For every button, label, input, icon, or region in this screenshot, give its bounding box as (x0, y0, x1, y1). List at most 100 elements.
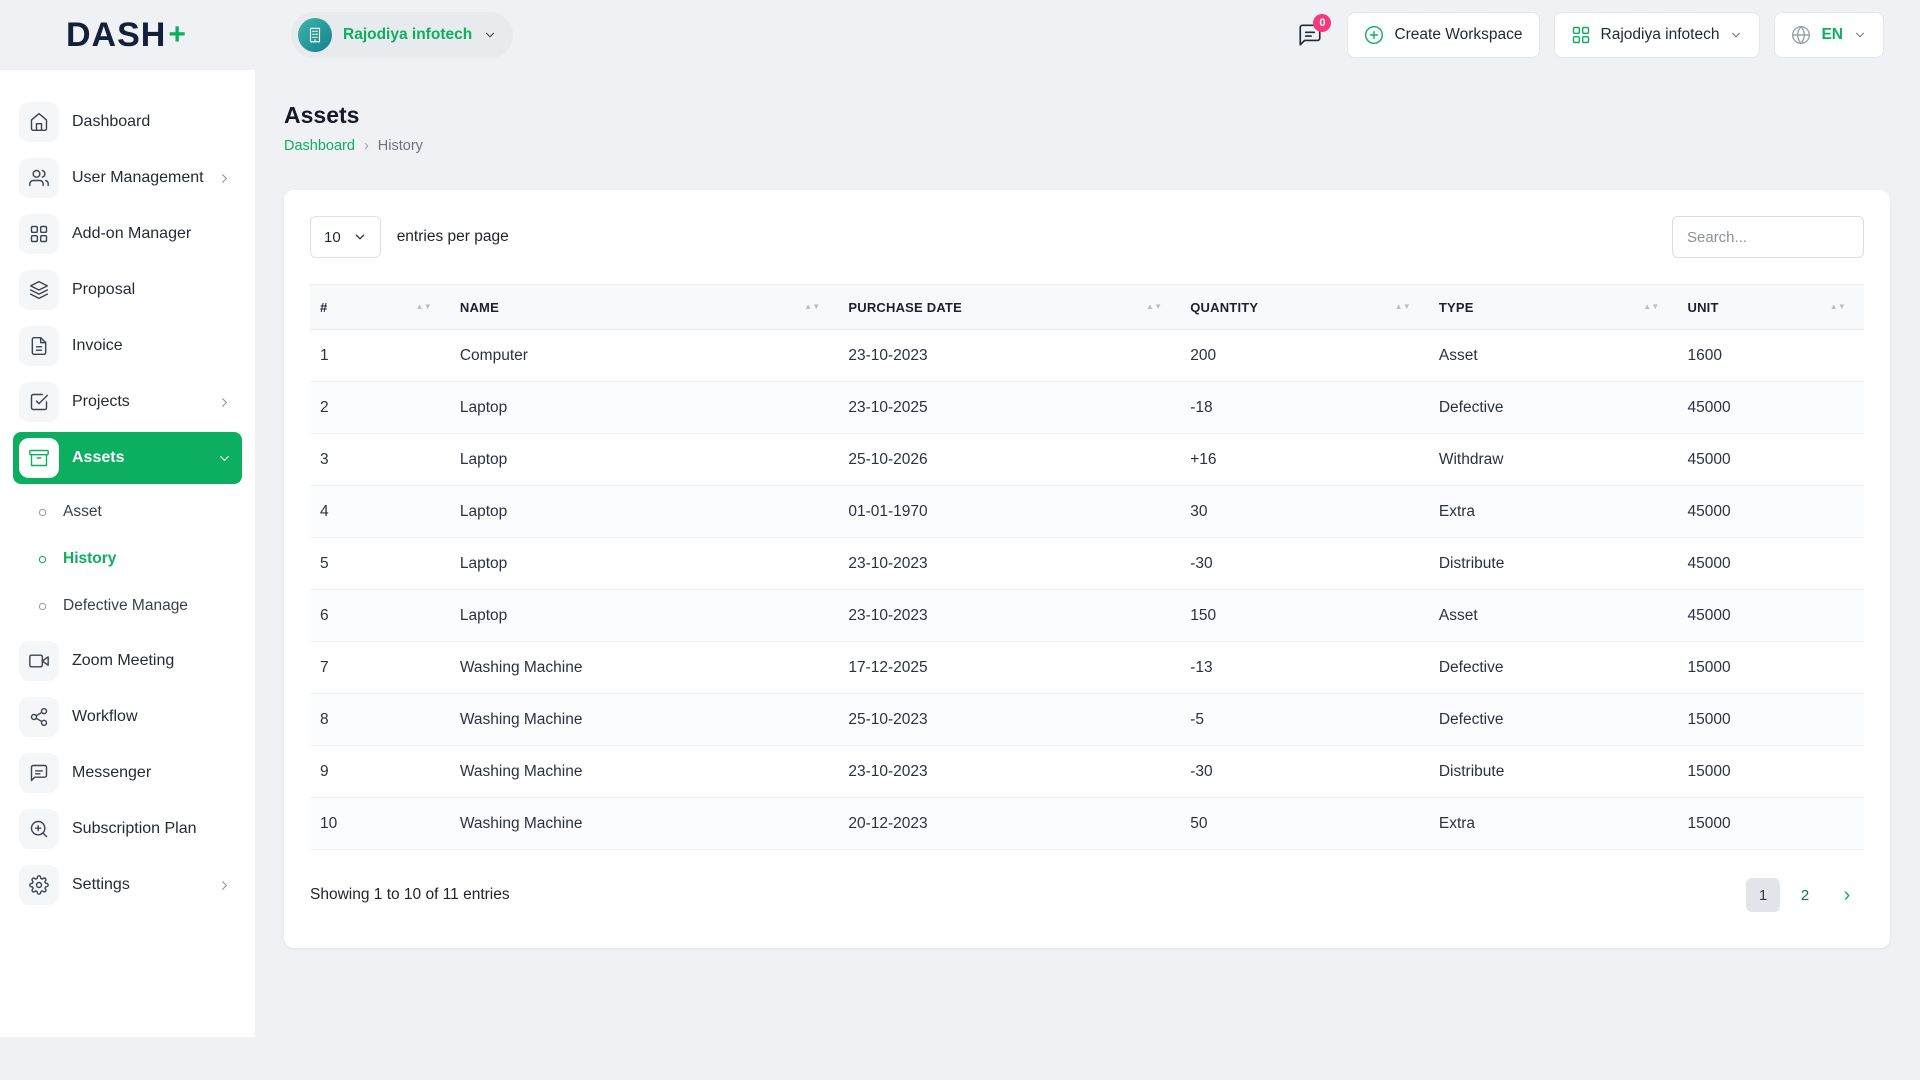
sidebar-item-label: Assets (72, 449, 125, 466)
submenu-item-history[interactable]: History (27, 537, 242, 581)
layers-icon (19, 270, 59, 310)
table-row: 7 Washing Machine 17-12-2025 -13 Defective 15… (310, 641, 1864, 694)
sidebar-item-addon-manager[interactable]: Add-on Manager (13, 208, 242, 260)
column-header-unit[interactable]: UNIT ▲▼ (1677, 284, 1864, 330)
company-dropdown[interactable]: Rajodiya infotech (1553, 12, 1761, 58)
cell-name: Washing Machine (449, 641, 839, 694)
sidebar-item-dashboard[interactable]: Dashboard (13, 96, 242, 148)
cell-quantity: -30 (1180, 745, 1429, 798)
cell-name: Laptop (449, 485, 839, 538)
submenu-item-label: Asset (63, 503, 102, 520)
cell-type: Extra (1428, 485, 1678, 538)
cell-index: 9 (310, 745, 450, 798)
chevron-down-icon (483, 28, 497, 42)
column-header-index[interactable]: # ▲▼ (310, 284, 450, 330)
archive-icon (19, 438, 59, 478)
sidebar-item-subscription-plan[interactable]: Subscription Plan (13, 803, 242, 855)
entries-per-page-select[interactable]: 10 (310, 216, 381, 258)
sidebar-item-label: Projects (72, 393, 130, 410)
sidebar-item-proposal[interactable]: Proposal (13, 264, 242, 316)
table-row: 10 Washing Machine 20-12-2023 50 Extra 15000 (310, 797, 1864, 850)
workspace-selector[interactable]: Rajodiya infotech (291, 12, 514, 58)
cell-unit: 15000 (1677, 693, 1864, 746)
grid-icon (19, 214, 59, 254)
submenu-item-label: Defective Manage (63, 597, 188, 614)
cell-name: Computer (449, 329, 839, 382)
messages-badge: 0 (1313, 14, 1332, 32)
cell-index: 8 (310, 693, 450, 746)
next-page-button[interactable]: › (1830, 878, 1864, 912)
app-root: DASH + Rajodiya infotech 0 Create Worksp… (0, 0, 1920, 1080)
sidebar-item-zoom-meeting[interactable]: Zoom Meeting (13, 635, 242, 687)
cell-name: Laptop (449, 537, 839, 590)
search-plus-icon (19, 809, 59, 849)
sidebar-item-settings[interactable]: Settings (13, 859, 242, 911)
submenu-item-defective-manage[interactable]: Defective Manage (27, 584, 242, 628)
building-icon (306, 26, 324, 44)
chat-icon (19, 753, 59, 793)
cell-unit: 45000 (1677, 433, 1864, 486)
share-nodes-icon (19, 697, 59, 737)
cell-purchase-date: 25-10-2026 (838, 433, 1181, 486)
sidebar-item-invoice[interactable]: Invoice (13, 320, 242, 372)
globe-icon (1791, 25, 1811, 45)
table-controls: 10 entries per page (310, 216, 1864, 258)
pagination: 1 2 › (1746, 878, 1864, 912)
sidebar-item-label: Add-on Manager (72, 225, 192, 242)
sidebar-item-user-management[interactable]: User Management (13, 152, 242, 204)
cell-unit: 45000 (1677, 485, 1864, 538)
table-row: 5 Laptop 23-10-2023 -30 Distribute 45000 (310, 537, 1864, 590)
sort-icon: ▲▼ (1394, 302, 1411, 312)
sidebar-item-workflow[interactable]: Workflow (13, 691, 242, 743)
video-icon (19, 641, 59, 681)
workspace-grid-icon (1571, 25, 1591, 45)
topbar: DASH + Rajodiya infotech 0 Create Worksp… (0, 0, 1920, 70)
page-button-1[interactable]: 1 (1746, 878, 1780, 912)
cell-quantity: -5 (1180, 693, 1429, 746)
cell-type: Defective (1428, 693, 1678, 746)
topbar-actions: 0 Create Workspace Rajodiya infotech EN (1287, 12, 1884, 58)
cell-quantity: -18 (1180, 381, 1429, 434)
cell-unit: 45000 (1677, 589, 1864, 642)
chevron-right-icon (217, 171, 232, 186)
cell-index: 4 (310, 485, 450, 538)
cell-quantity: 50 (1180, 797, 1429, 850)
cell-type: Extra (1428, 797, 1678, 850)
workspace-avatar (298, 18, 332, 52)
sidebar-item-assets[interactable]: Assets (13, 432, 242, 484)
cell-unit: 45000 (1677, 381, 1864, 434)
logo-text: DASH (66, 15, 167, 54)
search-input[interactable] (1672, 216, 1864, 258)
chevron-right-icon (217, 395, 232, 410)
messages-button[interactable]: 0 (1287, 12, 1333, 58)
language-selector[interactable]: EN (1774, 12, 1884, 58)
cell-index: 7 (310, 641, 450, 694)
home-icon (19, 102, 59, 142)
logo-plus-icon: + (168, 18, 187, 51)
gear-icon (19, 865, 59, 905)
cell-type: Asset (1428, 329, 1678, 382)
create-workspace-button[interactable]: Create Workspace (1347, 12, 1540, 58)
column-header-name[interactable]: NAME ▲▼ (449, 284, 839, 330)
workspace-name: Rajodiya infotech (343, 26, 473, 43)
breadcrumb-dashboard-link[interactable]: Dashboard (284, 138, 355, 154)
breadcrumb-separator: › (363, 138, 369, 154)
check-square-icon (19, 382, 59, 422)
cell-unit: 1600 (1677, 329, 1864, 382)
language-label: EN (1821, 26, 1843, 43)
cell-type: Withdraw (1428, 433, 1678, 486)
sidebar-item-projects[interactable]: Projects (13, 376, 242, 428)
column-header-purchase-date[interactable]: PURCHASE DATE ▲▼ (838, 284, 1181, 330)
cell-type: Defective (1428, 381, 1678, 434)
table-row: 1 Computer 23-10-2023 200 Asset 1600 (310, 329, 1864, 382)
submenu-item-asset[interactable]: Asset (27, 490, 242, 534)
sidebar-item-messenger[interactable]: Messenger (13, 747, 242, 799)
column-header-quantity[interactable]: QUANTITY ▲▼ (1180, 284, 1429, 330)
cell-index: 6 (310, 589, 450, 642)
cell-name: Laptop (449, 589, 839, 642)
page-button-2[interactable]: 2 (1788, 878, 1822, 912)
cell-quantity: 200 (1180, 329, 1429, 382)
cell-unit: 15000 (1677, 745, 1864, 798)
column-header-type[interactable]: TYPE ▲▼ (1428, 284, 1678, 330)
chevron-right-icon (217, 878, 232, 893)
